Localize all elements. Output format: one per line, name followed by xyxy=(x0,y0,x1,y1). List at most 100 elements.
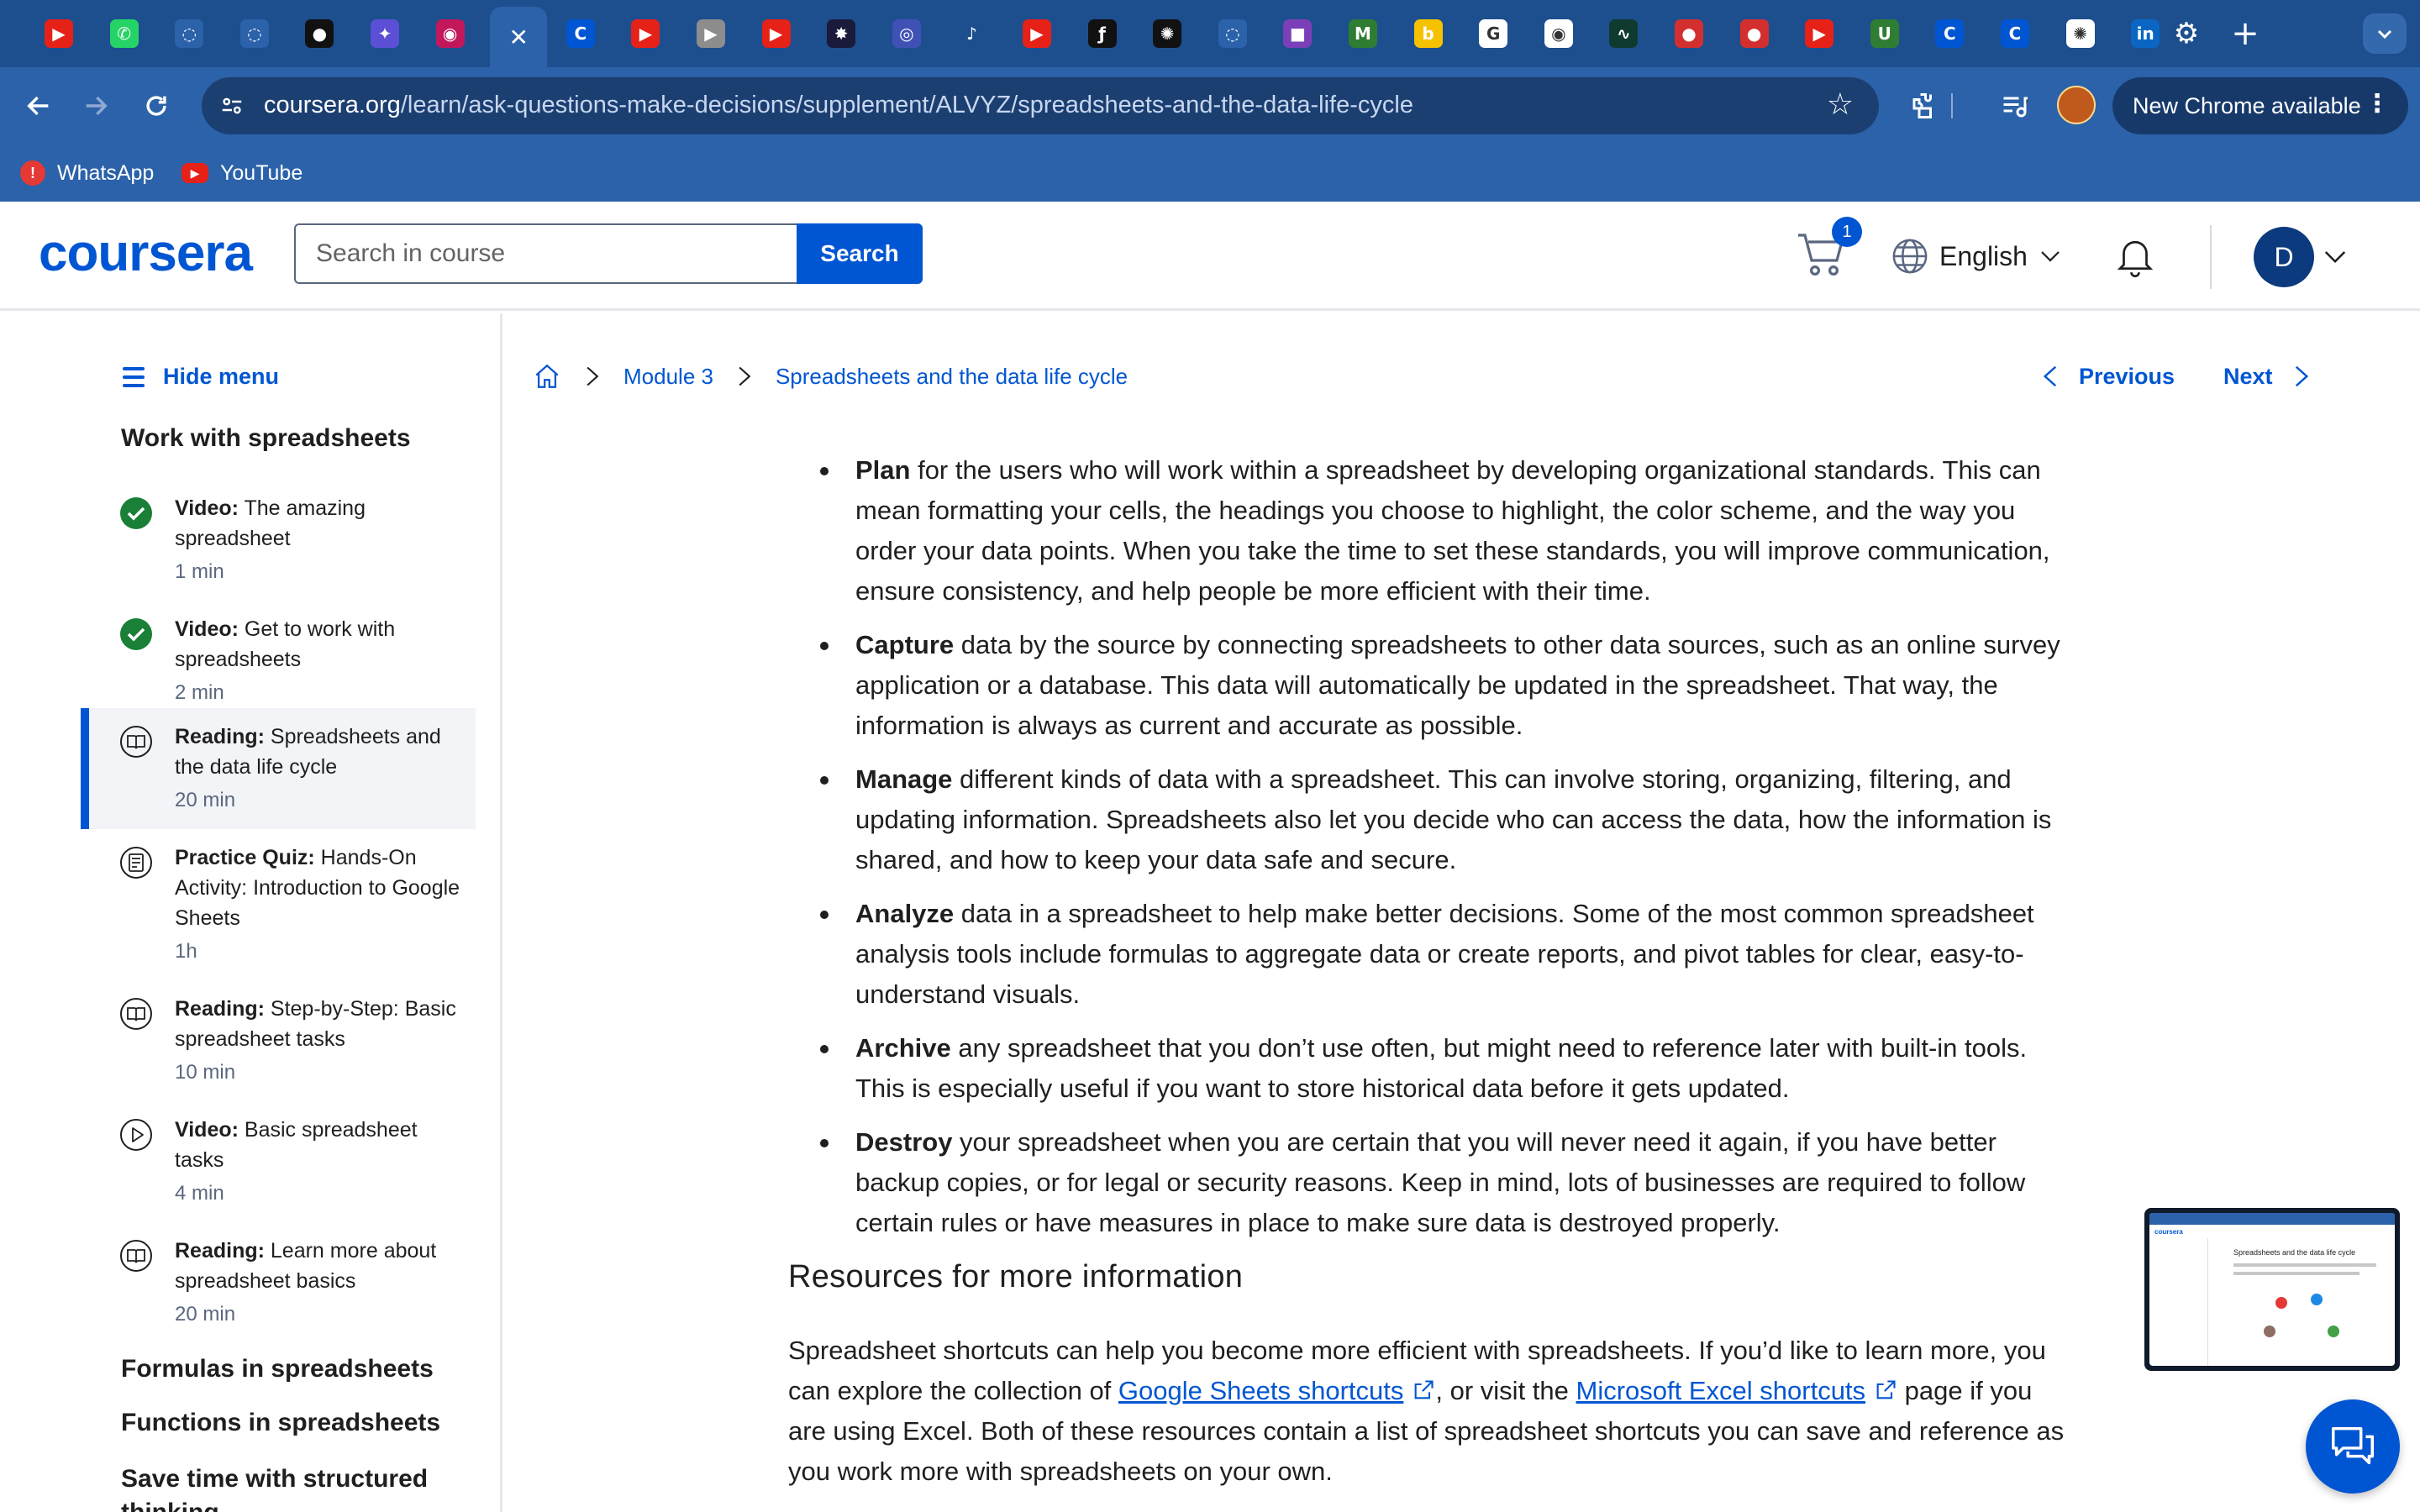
previous-label: Previous xyxy=(2079,363,2175,389)
browser-tab[interactable]: ♪ xyxy=(946,10,997,57)
browser-tab[interactable]: ◌ xyxy=(164,10,214,57)
bullet-text: data in a spreadsheet to help make bette… xyxy=(855,899,2034,1009)
breadcrumb-module-link[interactable]: Module 3 xyxy=(623,364,713,390)
breadcrumb-page-link[interactable]: Spreadsheets and the data life cycle xyxy=(776,364,1128,390)
microsoft-excel-shortcuts-link[interactable]: Microsoft Excel shortcuts xyxy=(1576,1376,1866,1405)
sidebar-item[interactable]: Reading: Learn more about spreadsheet ba… xyxy=(81,1222,476,1331)
browser-tab[interactable]: C xyxy=(555,10,606,57)
sidebar-item[interactable]: Practice Quiz: Hands-On Activity: Introd… xyxy=(81,829,476,969)
browser-tab[interactable]: G xyxy=(1468,10,1518,57)
section-title-structured-thinking[interactable]: Save time with structured thinking xyxy=(121,1462,491,1512)
forward-button[interactable] xyxy=(74,84,118,128)
browser-tab[interactable]: ■ xyxy=(1272,10,1323,57)
extensions-icon[interactable] xyxy=(1904,86,1944,126)
chat-icon xyxy=(2332,1426,2374,1465)
app-icon: ● xyxy=(1675,19,1703,48)
external-link-icon[interactable] xyxy=(1412,1378,1435,1402)
tab-search-button[interactable] xyxy=(2363,13,2407,54)
coursera-icon: C xyxy=(1935,19,1965,48)
profile-avatar[interactable] xyxy=(2057,86,2096,124)
browser-tab[interactable]: ◉ xyxy=(425,10,476,57)
section-title-functions[interactable]: Functions in spreadsheets xyxy=(121,1409,440,1437)
browser-tab[interactable]: ▶ xyxy=(751,10,802,57)
section-title-formulas[interactable]: Formulas in spreadsheets xyxy=(121,1355,434,1383)
item-type-label: Video: xyxy=(175,1118,239,1142)
browser-tab[interactable]: C xyxy=(1924,10,1975,57)
browser-tab[interactable]: ▶ xyxy=(620,10,671,57)
address-url[interactable]: coursera.org/learn/ask-questions-make-de… xyxy=(264,92,1413,119)
home-icon[interactable] xyxy=(533,362,561,391)
sidebar-item[interactable]: Video: Get to work with spreadsheets 2 mi… xyxy=(81,601,476,710)
bullet-text: for the users who will work within a spr… xyxy=(855,455,2050,606)
back-button[interactable] xyxy=(17,84,60,128)
browser-tab[interactable]: ● xyxy=(1729,10,1780,57)
next-button[interactable]: Next xyxy=(2223,360,2312,393)
media-controls-icon[interactable] xyxy=(1995,86,2035,126)
app-icon: ◎ xyxy=(892,19,921,48)
browser-tab-strip: ▶ ✆ ◌ ◌ ● ✦ ◉ ✕ C ▶ ▶ ▶ ✸ ◎ ♪ ▶ ƒ ✺ ◌ ■ Mb G ◉ ∿ ● ● ▶ U C C ✺ in ⚙ xyxy=(0,0,2420,67)
browser-tab[interactable]: ∿ xyxy=(1598,10,1649,57)
screen-recording-thumbnail[interactable]: coursera Spreadsheets and the data life … xyxy=(2144,1208,2400,1371)
browser-tab[interactable]: ▶ xyxy=(686,10,736,57)
app-icon: b xyxy=(1413,19,1443,48)
browser-tab[interactable]: ƒ xyxy=(1077,10,1128,57)
bookmark-whatsapp[interactable]: ! WhatsApp xyxy=(20,156,154,190)
more-menu-icon[interactable]: ⋮ xyxy=(2365,89,2390,118)
url-domain: coursera.org xyxy=(264,92,401,118)
browser-tab[interactable]: b xyxy=(1403,10,1454,57)
bullet-term: Plan xyxy=(855,455,911,485)
sidebar-item[interactable]: Video: Basic spreadsheet tasks 4 min xyxy=(81,1101,476,1210)
new-tab-button[interactable]: + xyxy=(2220,10,2270,57)
sidebar-item[interactable]: Reading: Step-by-Step: Basic spreadsheet… xyxy=(81,980,476,1089)
previous-button[interactable]: Previous xyxy=(2040,360,2175,393)
item-type-label: Video: xyxy=(175,496,239,520)
new-chrome-available-button[interactable]: New Chrome available ⋮ xyxy=(2112,77,2408,134)
bookmark-youtube[interactable]: ▶ YouTube xyxy=(182,156,302,190)
item-duration: 2 min xyxy=(175,681,224,704)
chevron-down-icon[interactable] xyxy=(2323,244,2348,269)
address-bar[interactable]: coursera.org/learn/ask-questions-make-de… xyxy=(202,77,1879,134)
toolbar-divider xyxy=(1949,86,1954,126)
app-icon: M xyxy=(1349,19,1377,48)
browser-tab[interactable]: ◎ xyxy=(881,10,932,57)
sidebar-item[interactable]: Video: The amazing spreadsheet 1 min xyxy=(81,480,476,589)
browser-tab[interactable]: ✺ xyxy=(1142,10,1192,57)
browser-tab[interactable]: ▶ xyxy=(34,10,84,57)
reading-book-icon xyxy=(119,1239,153,1273)
browser-tab[interactable]: ✦ xyxy=(360,10,410,57)
coursera-logo[interactable]: coursera xyxy=(39,223,253,283)
browser-tab[interactable]: ● xyxy=(294,10,345,57)
browser-tab[interactable]: ⚙ xyxy=(2161,10,2212,57)
sidebar-item-title: Practice Quiz: Hands-On Activity: Introd… xyxy=(175,843,460,933)
language-selector[interactable]: English xyxy=(1891,235,2063,277)
sidebar-item[interactable]: Reading: Spreadsheets and the data life … xyxy=(81,708,476,829)
search-input[interactable] xyxy=(294,223,798,284)
user-avatar[interactable]: D xyxy=(2254,227,2314,287)
browser-tab[interactable]: ▶ xyxy=(1012,10,1062,57)
hide-menu-button[interactable]: Hide menu xyxy=(123,364,279,390)
new-chrome-label: New Chrome available xyxy=(2133,92,2361,118)
browser-tab[interactable]: ● xyxy=(1664,10,1714,57)
chat-support-button[interactable] xyxy=(2306,1399,2400,1494)
notifications-bell-icon[interactable] xyxy=(2112,232,2158,279)
browser-tab[interactable]: ▶ xyxy=(1794,10,1844,57)
browser-tab[interactable]: M xyxy=(1338,10,1388,57)
browser-tab[interactable]: ✸ xyxy=(816,10,866,57)
section-title-current[interactable]: Work with spreadsheets xyxy=(121,424,411,453)
browser-tab[interactable]: C xyxy=(1990,10,2040,57)
search-button[interactable]: Search xyxy=(797,223,923,284)
google-sheets-shortcuts-link[interactable]: Google Sheets shortcuts xyxy=(1118,1376,1403,1405)
site-info-icon[interactable] xyxy=(217,91,247,121)
browser-tab[interactable]: U xyxy=(1860,10,1910,57)
tab-active[interactable]: ✕ xyxy=(490,7,548,67)
browser-tab[interactable]: ◌ xyxy=(1207,10,1258,57)
browser-tab[interactable]: ◌ xyxy=(229,10,280,57)
reload-button[interactable] xyxy=(134,84,178,128)
browser-tab[interactable]: ✆ xyxy=(99,10,150,57)
browser-tab[interactable]: ✺ xyxy=(2055,10,2106,57)
browser-tab[interactable]: ◉ xyxy=(1534,10,1584,57)
external-link-icon[interactable] xyxy=(1874,1378,1897,1402)
browser-toolbar: coursera.org/learn/ask-questions-make-de… xyxy=(0,67,2420,144)
bookmark-star-icon[interactable]: ☆ xyxy=(1827,87,1854,122)
item-duration: 1h xyxy=(175,940,197,963)
